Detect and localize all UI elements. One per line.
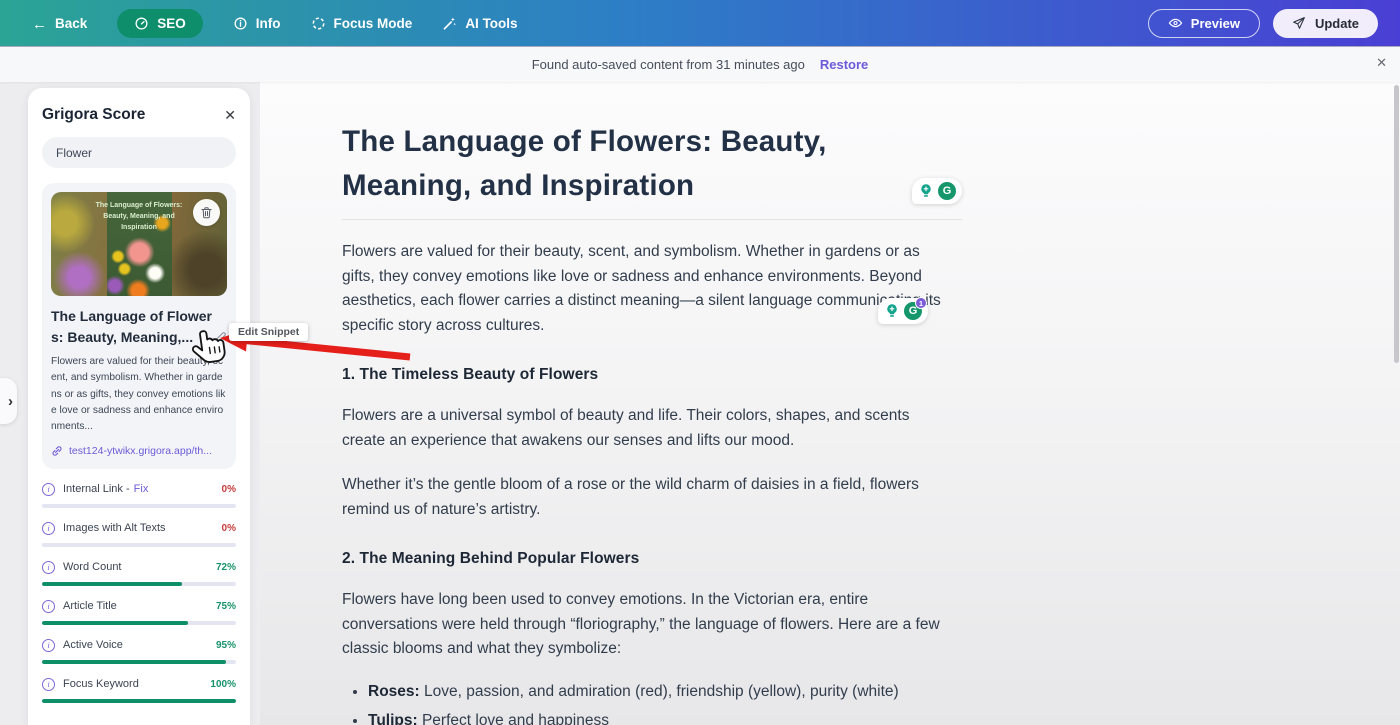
send-icon — [1292, 16, 1307, 31]
grigora-score-panel: Grigora Score ✕ Flower The Language of F… — [28, 88, 250, 725]
snippet-description[interactable]: Flowers are valued for their beauty, sce… — [51, 354, 227, 436]
info-circle-icon[interactable]: i — [42, 639, 55, 652]
score-row-article-title: i Article Title 75% — [42, 600, 236, 625]
grammarly-icon: G — [938, 182, 956, 200]
info-button[interactable]: Info — [233, 16, 281, 31]
focus-mode-button[interactable]: Focus Mode — [311, 16, 413, 31]
article-paragraph[interactable]: Whether it’s the gentle bloom of a rose … — [342, 473, 947, 522]
autosave-message: Found auto-saved content from 31 minutes… — [532, 57, 805, 72]
trash-icon — [200, 206, 213, 219]
progress-fill — [42, 699, 236, 703]
grammarly-widget[interactable]: G 1 — [878, 298, 928, 324]
article: The Language of Flowers: Beauty, Meaning… — [342, 120, 972, 725]
info-circle-icon[interactable]: i — [42, 483, 55, 496]
info-circle-icon[interactable]: i — [42, 678, 55, 691]
list-item[interactable]: Roses: Love, passion, and admiration (re… — [368, 680, 972, 704]
app-window: ← Back SEO Info Focus Mode — [0, 0, 1400, 725]
info-label: Info — [256, 16, 281, 31]
progress-track — [42, 504, 236, 508]
back-label: Back — [55, 16, 87, 31]
title-divider — [342, 219, 962, 220]
article-title[interactable]: The Language of Flowers: Beauty, Meaning… — [342, 120, 902, 207]
progress-fill — [42, 660, 226, 664]
update-label: Update — [1315, 16, 1359, 31]
score-value: 75% — [216, 601, 236, 612]
progress-track — [42, 543, 236, 547]
autosave-bar: Found auto-saved content from 31 minutes… — [0, 46, 1400, 82]
snippet-url[interactable]: test124-ytwikx.grigora.app/th... — [51, 445, 227, 457]
article-paragraph[interactable]: Flowers have long been used to convey em… — [342, 588, 947, 661]
focus-mode-icon — [311, 16, 326, 31]
preview-button[interactable]: Preview — [1148, 9, 1260, 38]
article-paragraph[interactable]: Flowers are valued for their beauty, sce… — [342, 240, 947, 338]
article-heading-2[interactable]: 2. The Meaning Behind Popular Flowers — [342, 550, 972, 568]
info-circle-icon[interactable]: i — [42, 561, 55, 574]
ai-tools-label: AI Tools — [465, 16, 517, 31]
edit-snippet-tooltip: Edit Snippet — [229, 323, 308, 341]
eye-icon — [1168, 16, 1183, 31]
lightbulb-icon — [918, 183, 934, 199]
focus-mode-label: Focus Mode — [334, 16, 413, 31]
progress-fill — [42, 621, 188, 625]
featured-image-caption: The Language of Flowers: Beauty, Meaning… — [93, 201, 185, 234]
info-circle-icon[interactable]: i — [42, 600, 55, 613]
progress-track — [42, 621, 236, 625]
score-value: 100% — [210, 679, 236, 690]
list-text: Love, passion, and admiration (red), fri… — [420, 683, 899, 700]
preview-label: Preview — [1191, 16, 1240, 31]
fix-link[interactable]: Fix — [134, 483, 149, 495]
seo-label: SEO — [157, 16, 186, 31]
featured-image[interactable]: The Language of Flowers: Beauty, Meaning… — [51, 192, 227, 296]
score-row-focus-keyword: i Focus Keyword 100% — [42, 678, 236, 703]
progress-track — [42, 582, 236, 586]
lightbulb-icon — [884, 303, 900, 319]
score-row-active-voice: i Active Voice 95% — [42, 639, 236, 664]
update-button[interactable]: Update — [1273, 9, 1378, 38]
edit-pencil-icon[interactable] — [213, 330, 227, 351]
grammarly-widget[interactable]: G — [912, 178, 962, 204]
snippet-preview-card: The Language of Flowers: Beauty, Meaning… — [42, 183, 236, 469]
info-circle-icon[interactable]: i — [42, 522, 55, 535]
link-icon — [51, 445, 63, 457]
seo-gauge-icon — [134, 16, 149, 31]
focus-keyword-value: Flower — [56, 146, 92, 160]
info-icon — [233, 16, 248, 31]
score-value: 0% — [222, 484, 236, 495]
progress-fill — [42, 582, 182, 586]
sidebar-expand-tab[interactable]: › — [0, 378, 17, 424]
flower-list: Roses: Love, passion, and admiration (re… — [342, 680, 972, 725]
snippet-title[interactable]: The Language of Flowers: Beauty, Meaning… — [51, 306, 219, 348]
list-term: Tulips: — [368, 712, 418, 725]
seo-button[interactable]: SEO — [117, 9, 203, 38]
progress-track — [42, 660, 236, 664]
grammarly-icon: G 1 — [904, 302, 922, 320]
focus-keyword-input[interactable]: Flower — [42, 137, 236, 168]
back-button[interactable]: ← Back — [32, 16, 87, 31]
ai-wand-icon — [442, 16, 457, 31]
top-toolbar: ← Back SEO Info Focus Mode — [0, 0, 1400, 46]
vertical-scrollbar[interactable] — [1394, 85, 1399, 363]
panel-title: Grigora Score — [42, 106, 145, 124]
back-arrow-icon: ← — [32, 16, 47, 31]
score-value: 72% — [216, 562, 236, 573]
close-icon[interactable]: ✕ — [224, 107, 236, 124]
list-term: Roses: — [368, 683, 420, 700]
ai-tools-button[interactable]: AI Tools — [442, 16, 517, 31]
score-value: 0% — [222, 523, 236, 534]
editor-canvas[interactable]: The Language of Flowers: Beauty, Meaning… — [260, 82, 1400, 725]
article-heading-1[interactable]: 1. The Timeless Beauty of Flowers — [342, 366, 972, 384]
progress-track — [42, 699, 236, 703]
score-row-alt-texts: i Images with Alt Texts 0% — [42, 522, 236, 547]
delete-image-button[interactable] — [193, 199, 220, 226]
list-text: Perfect love and happiness — [418, 712, 609, 725]
article-paragraph[interactable]: Flowers are a universal symbol of beauty… — [342, 404, 947, 453]
score-value: 95% — [216, 640, 236, 651]
list-item[interactable]: Tulips: Perfect love and happiness — [368, 709, 972, 725]
suggestion-count-badge: 1 — [915, 297, 927, 309]
chevron-right-icon: › — [8, 393, 13, 410]
close-icon[interactable]: ✕ — [1376, 55, 1387, 71]
restore-link[interactable]: Restore — [820, 57, 868, 72]
score-row-internal-link: i Internal Link - Fix 0% — [42, 483, 236, 508]
score-row-word-count: i Word Count 72% — [42, 561, 236, 586]
